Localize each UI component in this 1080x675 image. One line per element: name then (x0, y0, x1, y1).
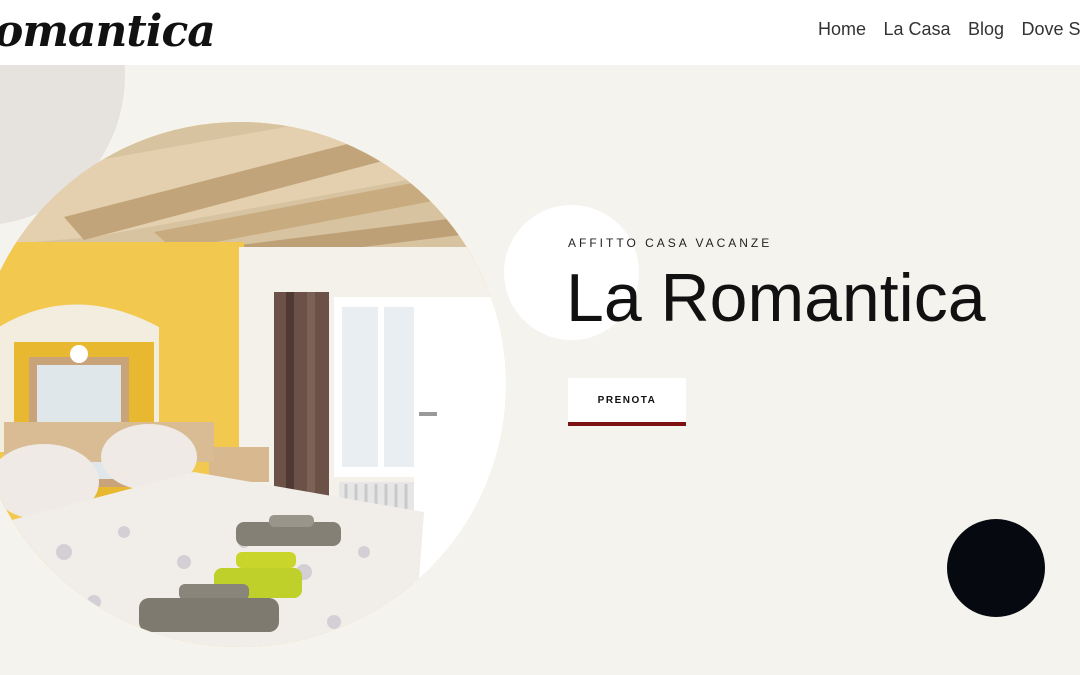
nav-link-la-casa[interactable]: La Casa (883, 19, 950, 40)
prenota-button[interactable]: PRENOTA (568, 378, 686, 426)
main-nav: Home La Casa Blog Dove Sia (818, 19, 1080, 40)
hero-section: AFFITTO CASA VACANZE La Romantica PRENOT… (0, 65, 1080, 675)
hero-kicker: AFFITTO CASA VACANZE (568, 236, 773, 250)
nav-link-blog[interactable]: Blog (968, 19, 1004, 40)
bedroom-photo (0, 122, 506, 647)
nav-link-home[interactable]: Home (818, 19, 866, 40)
hero-title: La Romantica (566, 260, 986, 336)
nav-link-dove-siamo[interactable]: Dove Sia (1021, 19, 1080, 40)
decorative-black-circle[interactable] (947, 519, 1045, 617)
site-logo[interactable]: omantica (0, 2, 216, 62)
site-header: omantica Home La Casa Blog Dove Sia (0, 0, 1080, 65)
